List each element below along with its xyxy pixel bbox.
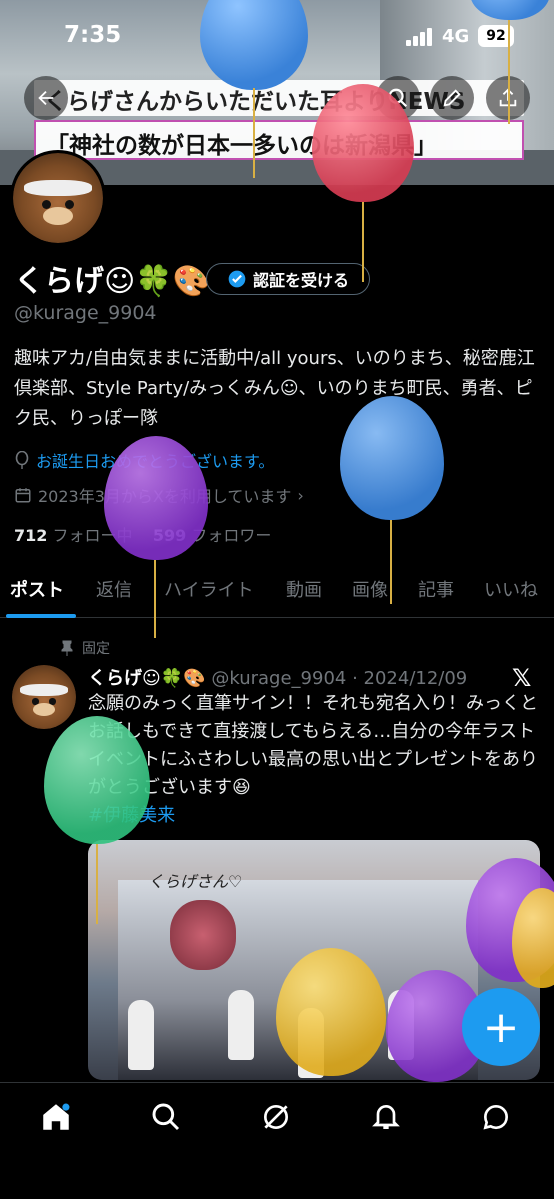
post-handle-date[interactable]: @kurage_9904 · 2024/12/09 [211,668,467,689]
photo-heart-prop [170,900,236,970]
nav-messages[interactable] [476,1097,516,1137]
tab-highlights[interactable]: ハイライト [164,576,254,602]
tab-articles[interactable]: 記事 [418,576,454,602]
balloon-string [508,20,510,124]
profile-avatar[interactable] [10,150,106,246]
pinned-indicator: 固定 [60,638,110,658]
x-logo-icon: 𝕏 [512,664,532,692]
edit-profile-button[interactable] [430,76,474,120]
tab-likes[interactable]: いいね [484,576,538,602]
compose-button[interactable]: + [462,988,540,1066]
pinned-label: 固定 [82,641,110,657]
messages-icon [483,1105,509,1130]
avatar-image [13,153,103,243]
post-text: 念願のみっく直筆サイン！！それも宛名入り！みっくとお話しもできて直接渡してもらえ… [88,693,538,798]
photo-performer [128,1000,154,1070]
post-header: くらげ☺🍀🎨 @kurage_9904 · 2024/12/09 [88,664,467,690]
compose-plus-icon: + [482,1001,520,1053]
get-verified-label: 認証を受ける [252,271,349,290]
balloon-string [362,202,364,282]
tab-posts[interactable]: ポスト [10,576,64,602]
balloon-green [44,716,150,844]
status-time: 7:35 [64,22,122,48]
verified-badge-icon [228,270,246,288]
post-body[interactable]: 念願のみっく直筆サイン！！それも宛名入り！みっくとお話しもできて直接渡してもらえ… [88,690,538,830]
network-label: 4G [442,26,470,47]
balloon-string [154,560,156,638]
avatar-image [12,665,76,729]
balloon-string [390,520,392,604]
tab-replies[interactable]: 返信 [96,576,132,602]
edit-icon [443,89,461,107]
signal-icon [406,28,434,46]
followers-label: フォロワー [191,526,272,545]
tab-images[interactable]: 画像 [352,576,388,602]
tab-videos[interactable]: 動画 [286,576,322,602]
nav-search[interactable] [146,1097,186,1137]
balloon-yellow [276,948,386,1076]
bell-icon [372,1105,400,1129]
post-author-avatar[interactable] [12,665,76,729]
search-icon [152,1103,180,1131]
pin-icon [61,640,73,656]
balloon-red [312,84,414,202]
banner-caption-line2: 「神社の数が日本一多いのは新潟県」 [34,120,524,160]
nav-notifications[interactable] [366,1097,406,1137]
home-icon [43,1103,70,1130]
balloon-string [253,88,255,178]
back-button[interactable] [24,76,68,120]
photo-performer [228,990,254,1060]
back-arrow-icon [38,90,54,106]
active-tab-indicator [6,614,76,618]
chevron-right-icon: › [297,485,304,505]
profile-bio: 趣味アカ/自由気ままに活動中/all yours、いのりまち、秘密鹿江倶楽部、S… [14,348,535,429]
nav-home[interactable] [36,1097,76,1137]
post-author-name[interactable]: くらげ☺🍀🎨 [88,668,206,689]
nav-grok[interactable] [256,1097,296,1137]
bottom-navigation [0,1082,554,1199]
balloon-icon [15,451,29,469]
profile-name: くらげ☺🍀🎨 [14,264,210,299]
profile-tabs: ポスト 返信 ハイライト 動画 画像 記事 いいね [0,566,554,618]
grok-icon [264,1105,288,1129]
balloon-blue [340,396,444,520]
calendar-icon [15,488,31,503]
balloon-purple [104,436,208,560]
profile-handle: @kurage_9904 [14,302,157,324]
photo-signature: くらげさん♡ [148,872,243,891]
following-count: 712 [14,526,48,545]
balloon-string [96,844,98,924]
get-verified-button[interactable]: 認証を受ける [206,263,370,295]
